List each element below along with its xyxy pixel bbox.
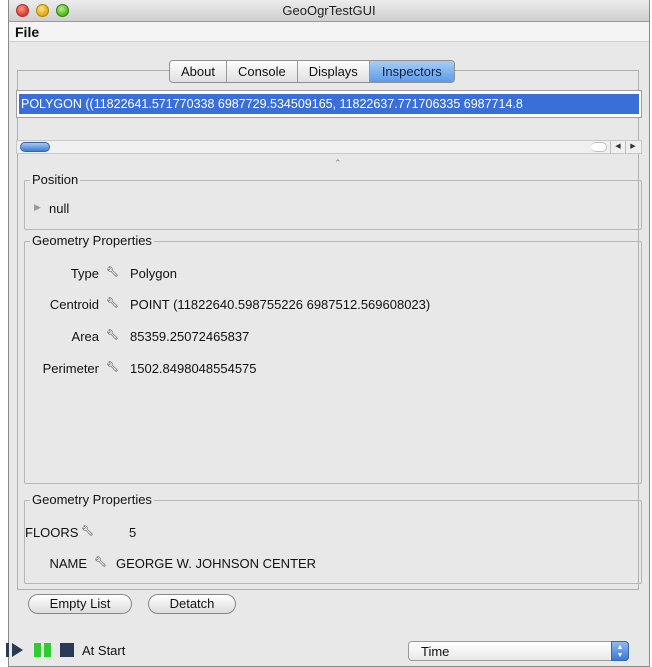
geometry-list-item-selected[interactable]: POLYGON ((11822641.571770338 6987729.534… [19,94,639,114]
floors-label: FLOORS [25,525,79,540]
position-group-title: Position [30,172,81,187]
centroid-value: POINT (11822640.598755226 6987512.569608… [130,297,431,312]
position-group: Position ▶ null [24,172,642,230]
tab-console[interactable]: Console [226,61,298,82]
wrench-icon[interactable]: 🔧︎ [106,362,119,373]
horizontal-scrollbar[interactable]: ◀ ▶ [16,140,642,154]
empty-list-button[interactable]: Empty List [28,594,132,614]
split-pane-grip-icon[interactable]: ⌃ [334,158,342,169]
window-title: GeoOgrTestGUI [282,3,376,18]
geometry-properties-title: Geometry Properties [30,233,154,248]
status-text: At Start [82,643,126,658]
wrench-icon[interactable]: 🔧︎ [106,267,119,278]
scrollbar-thumb[interactable] [20,142,50,152]
select-arrows-icon[interactable]: ▲ ▼ [611,641,629,661]
name-label: NAME [49,556,87,571]
status-bar: At Start Time ▲ ▼ [0,632,652,667]
pause-icon[interactable] [34,643,52,657]
attribute-properties-group: Geometry Properties FLOORS 🔧︎ 5 NAME 🔧︎ … [24,492,642,584]
wrench-icon[interactable]: 🔧︎ [106,330,119,341]
perimeter-value: 1502.8498048554575 [130,361,257,376]
scroll-left-arrow-icon[interactable]: ◀ [610,141,625,153]
geometry-properties-group: Geometry Properties Type 🔧︎ Polygon Cent… [24,233,642,484]
tab-displays[interactable]: Displays [297,61,370,82]
perimeter-label: Perimeter [42,361,99,376]
time-select[interactable]: Time ▲ ▼ [408,641,629,661]
centroid-label: Centroid [49,297,99,312]
type-value: Polygon [130,266,177,281]
menu-file[interactable]: File [15,24,39,40]
detatch-button[interactable]: Detatch [148,594,236,614]
title-bar: GeoOgrTestGUI [9,0,649,22]
scrollbar-track-end [591,142,607,152]
area-label: Area [71,329,99,344]
type-label: Type [70,266,99,281]
tab-inspectors[interactable]: Inspectors [369,61,454,82]
scroll-right-arrow-icon[interactable]: ▶ [625,141,640,153]
geometry-list[interactable]: POLYGON ((11822641.571770338 6987729.534… [16,90,642,118]
area-value: 85359.25072465837 [130,329,250,344]
tab-about[interactable]: About [170,61,227,82]
position-value: null [49,201,70,216]
menu-bar: File [9,22,649,42]
name-value: GEORGE W. JOHNSON CENTER [116,556,317,571]
tab-bar: About Console Displays Inspectors [169,60,455,83]
wrench-icon[interactable]: 🔧︎ [106,298,119,309]
attribute-properties-title: Geometry Properties [30,492,154,507]
disclosure-triangle-icon[interactable]: ▶ [34,202,41,213]
wrench-icon[interactable]: 🔧︎ [94,557,107,568]
floors-value: 5 [129,525,137,540]
play-step-icon[interactable] [6,643,24,657]
wrench-icon[interactable]: 🔧︎ [81,526,94,537]
stop-icon[interactable] [60,643,74,657]
scroll-arrows: ◀ ▶ [610,141,640,153]
time-select-value: Time [421,644,450,659]
